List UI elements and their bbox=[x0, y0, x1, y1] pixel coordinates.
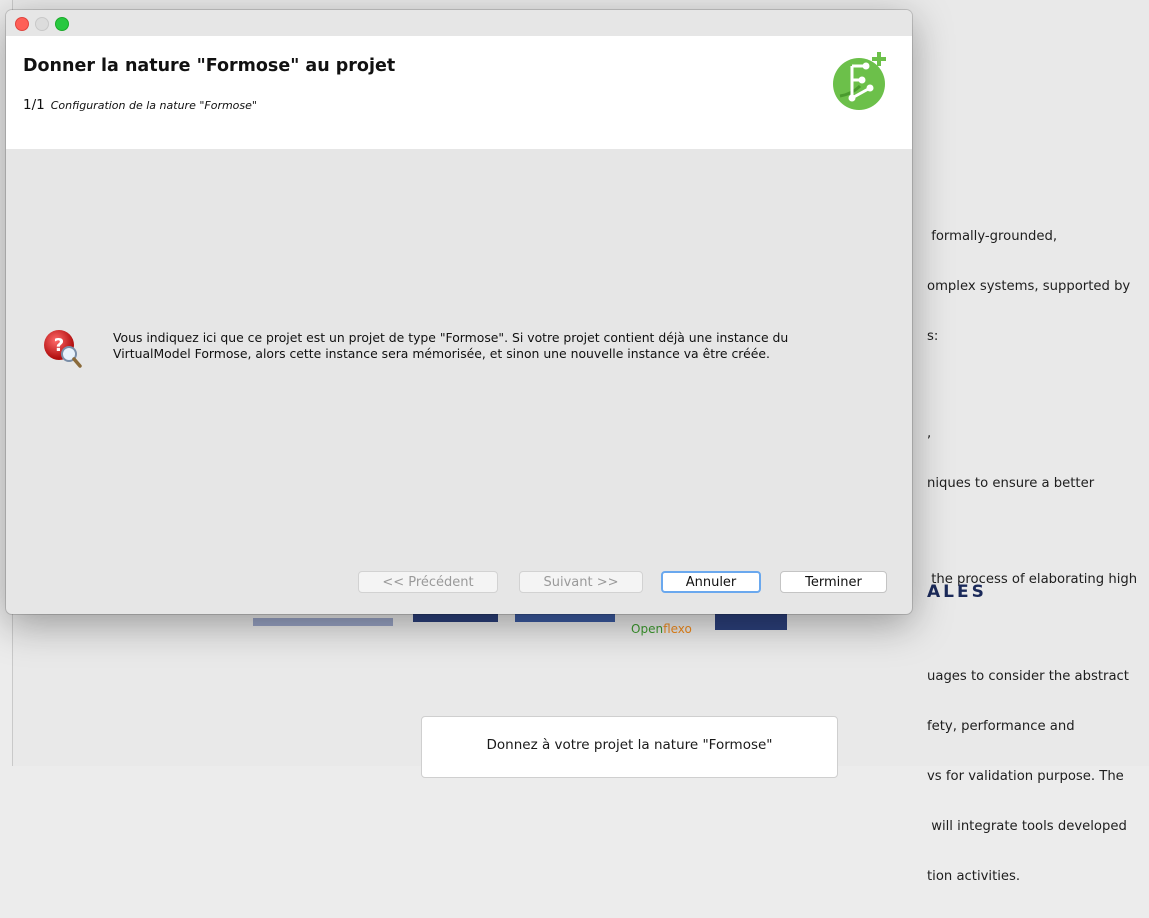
formose-logo-icon bbox=[833, 52, 886, 110]
minimize-window-button bbox=[35, 17, 49, 31]
previous-button[interactable]: << Précédent bbox=[358, 571, 498, 593]
description-line: vs for validation purpose. The bbox=[927, 769, 1124, 784]
wizard-step: 1/1 Configuration de la nature "Formose" bbox=[23, 97, 257, 113]
description-line: s: bbox=[927, 328, 939, 344]
description-line: tion activities. bbox=[927, 868, 1021, 884]
thales-logo: ALES bbox=[927, 582, 987, 602]
background-description: formally-grounded, omplex systems, suppo… bbox=[927, 196, 1149, 918]
description-line: uages to consider the abstract bbox=[927, 669, 1129, 685]
dialog-title: Donner la nature "Formose" au projet bbox=[23, 56, 396, 76]
description-line: fety, performance and bbox=[927, 719, 1075, 735]
finish-button[interactable]: Terminer bbox=[780, 571, 887, 593]
description-line: will integrate tools developed bbox=[927, 818, 1127, 834]
help-question-icon: ? bbox=[44, 330, 82, 368]
description-line: omplex systems, supported by bbox=[927, 278, 1131, 294]
step-label: Configuration de la nature "Formose" bbox=[50, 99, 257, 112]
description-line: , bbox=[927, 425, 932, 441]
partner-logos bbox=[253, 612, 798, 638]
step-number: 1/1 bbox=[23, 97, 45, 113]
set-nature-button[interactable]: Donnez à votre projet la nature "Formose… bbox=[421, 716, 838, 778]
nature-dialog: Donner la nature "Formose" au projet 1/1… bbox=[6, 10, 912, 614]
close-window-button[interactable] bbox=[15, 17, 29, 31]
dialog-titlebar[interactable] bbox=[6, 10, 912, 36]
description-line: formally-grounded, bbox=[927, 229, 1058, 245]
set-nature-button-label: Donnez à votre projet la nature "Formose… bbox=[486, 737, 773, 753]
openflexo-logo: Openflexo bbox=[631, 622, 692, 636]
maximize-window-button[interactable] bbox=[55, 17, 69, 31]
dialog-header: Donner la nature "Formose" au projet 1/1… bbox=[6, 36, 912, 149]
description-line: niques to ensure a better bbox=[927, 475, 1095, 491]
dialog-message: Vous indiquez ici que ce projet est un p… bbox=[113, 330, 789, 361]
next-button[interactable]: Suivant >> bbox=[519, 571, 643, 593]
cancel-button[interactable]: Annuler bbox=[661, 571, 761, 593]
